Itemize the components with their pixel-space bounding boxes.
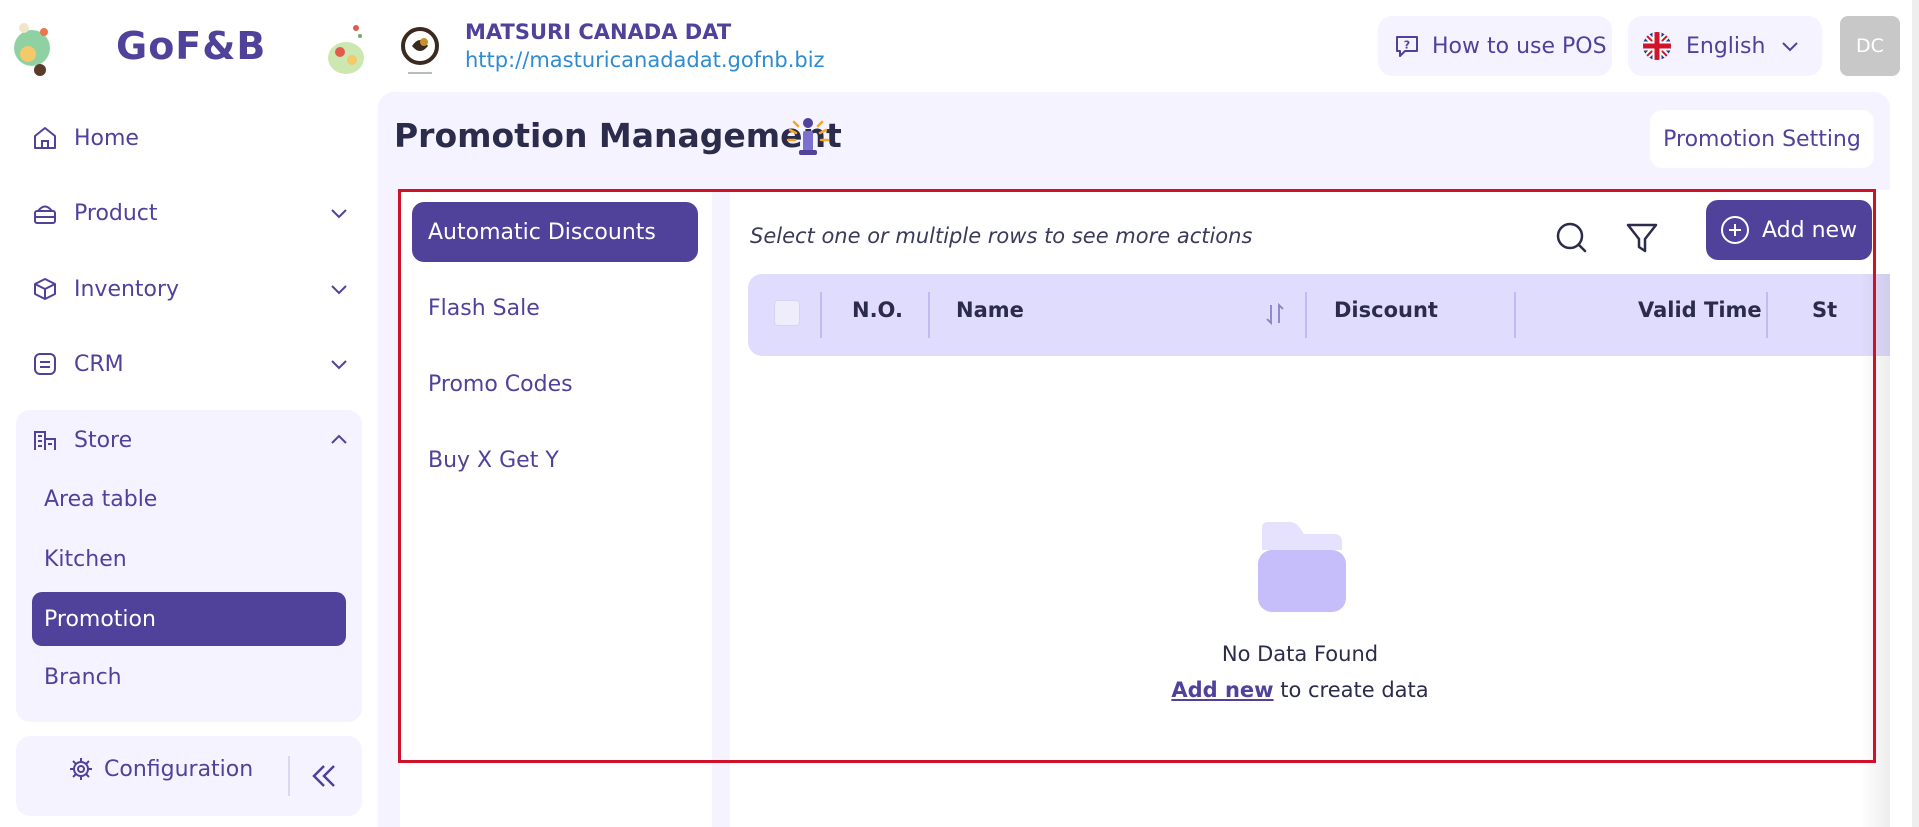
food-illustration-icon (14, 23, 50, 76)
add-new-label: Add new (1762, 217, 1858, 243)
page-scrollbar[interactable] (1912, 0, 1919, 827)
horizontal-scroll-shadow (1860, 274, 1890, 827)
column-divider (1305, 292, 1307, 338)
empty-state-subtitle: Add new to create data (1150, 678, 1450, 702)
sidebar-item-label: Store (74, 427, 133, 453)
selection-hint: Select one or multiple rows to see more … (750, 224, 1253, 248)
store-icon (34, 431, 56, 450)
crm-icon (34, 353, 56, 375)
chevron-down-icon[interactable] (328, 202, 350, 224)
sidebar-item-label: CRM (74, 351, 124, 377)
empty-folder-icon (1258, 522, 1346, 612)
store-url-link[interactable]: http://masturicanadadat.gofnb.biz (465, 48, 825, 72)
tab-buy-x-get-y[interactable]: Buy X Get Y (428, 440, 559, 480)
column-divider (1766, 292, 1768, 338)
empty-add-new-link[interactable]: Add new (1171, 678, 1273, 702)
how-to-use-pos-button[interactable]: ? How to use POS (1378, 16, 1612, 76)
filter-icon[interactable] (1622, 218, 1662, 258)
store-name: MATSURI CANADA DAT (465, 20, 732, 44)
sidebar-subitem-kitchen[interactable]: Kitchen (44, 537, 127, 581)
store-logo-icon (401, 27, 439, 74)
promotion-table-panel: Select one or multiple rows to see more … (730, 190, 1890, 827)
home-icon (34, 127, 56, 149)
configuration-button[interactable]: Configuration (68, 756, 253, 782)
sidebar-subitem-promotion[interactable]: Promotion (32, 592, 346, 646)
sort-icon[interactable] (1264, 302, 1286, 326)
tab-automatic-discounts[interactable]: Automatic Discounts (412, 202, 698, 262)
column-divider (928, 292, 930, 338)
language-label: English (1686, 33, 1766, 59)
brand-logo[interactable]: GoF&B (14, 16, 364, 76)
language-selector[interactable]: English (1628, 16, 1822, 76)
chevron-down-icon[interactable] (328, 353, 350, 375)
column-header-valid-time: Valid Time (1638, 298, 1762, 322)
promotion-setting-button[interactable]: Promotion Setting (1650, 110, 1874, 168)
sidebar-item-store[interactable]: Store (32, 420, 132, 460)
top-header: GoF&B MATSURI CANADA DAT http://masturic… (0, 0, 1919, 92)
brand-name: GoF&B (116, 24, 267, 68)
inventory-icon (34, 278, 56, 300)
chevron-down-icon (1782, 42, 1799, 52)
tab-promo-codes[interactable]: Promo Codes (428, 364, 573, 404)
empty-state-title: No Data Found (1221, 642, 1379, 666)
gear-icon (70, 758, 92, 780)
column-divider (1514, 292, 1516, 338)
empty-state-suffix: to create data (1273, 678, 1429, 702)
tab-flash-sale[interactable]: Flash Sale (428, 288, 540, 328)
column-header-status: St (1812, 298, 1838, 322)
sidebar-item-home[interactable]: Home (32, 118, 139, 158)
help-chat-icon: ? (1396, 36, 1418, 57)
column-header-discount: Discount (1334, 298, 1438, 322)
promotion-tabs: Automatic Discounts Flash Sale Promo Cod… (400, 190, 712, 827)
sidebar-item-crm[interactable]: CRM (32, 344, 124, 384)
search-icon[interactable] (1552, 218, 1592, 258)
chevron-up-icon[interactable] (328, 429, 350, 451)
column-header-no: N.O. (852, 298, 903, 322)
column-divider (820, 292, 822, 338)
sidebar-subitem-area-table[interactable]: Area table (44, 477, 157, 521)
chevron-down-icon[interactable] (328, 278, 350, 300)
page-title: Promotion Management (394, 116, 842, 155)
product-icon (34, 205, 56, 224)
uk-flag-icon (1643, 32, 1671, 60)
plus-circle-icon (1721, 216, 1749, 244)
empty-state: No Data Found Add new to create data (1150, 520, 1450, 702)
user-avatar[interactable]: DC (1840, 16, 1900, 76)
select-all-checkbox[interactable] (774, 300, 800, 326)
salad-illustration-icon (328, 25, 364, 74)
svg-text:?: ? (1404, 39, 1410, 52)
sidebar-item-label: Home (74, 125, 139, 151)
collapse-sidebar-icon[interactable] (308, 760, 340, 792)
sidebar-subitem-branch[interactable]: Branch (44, 655, 122, 699)
sidebar-item-product[interactable]: Product (32, 193, 158, 233)
how-to-use-pos-label: How to use POS (1432, 33, 1607, 59)
configuration-section: Configuration (16, 736, 362, 816)
info-icon[interactable] (784, 114, 836, 158)
sidebar-item-label: Inventory (74, 276, 180, 302)
configuration-label: Configuration (104, 756, 254, 782)
sidebar: Home Product Inventory CRM Store Area ta… (0, 92, 376, 827)
column-header-name[interactable]: Name (956, 298, 1024, 322)
main-content: Promotion Management Promotion Setting A… (378, 92, 1890, 827)
divider (288, 756, 290, 796)
table-header: N.O. Name Discount Valid Time St (748, 274, 1890, 356)
sidebar-item-inventory[interactable]: Inventory (32, 269, 179, 309)
add-new-button[interactable]: Add new (1706, 200, 1872, 260)
sidebar-item-label: Product (74, 200, 158, 226)
